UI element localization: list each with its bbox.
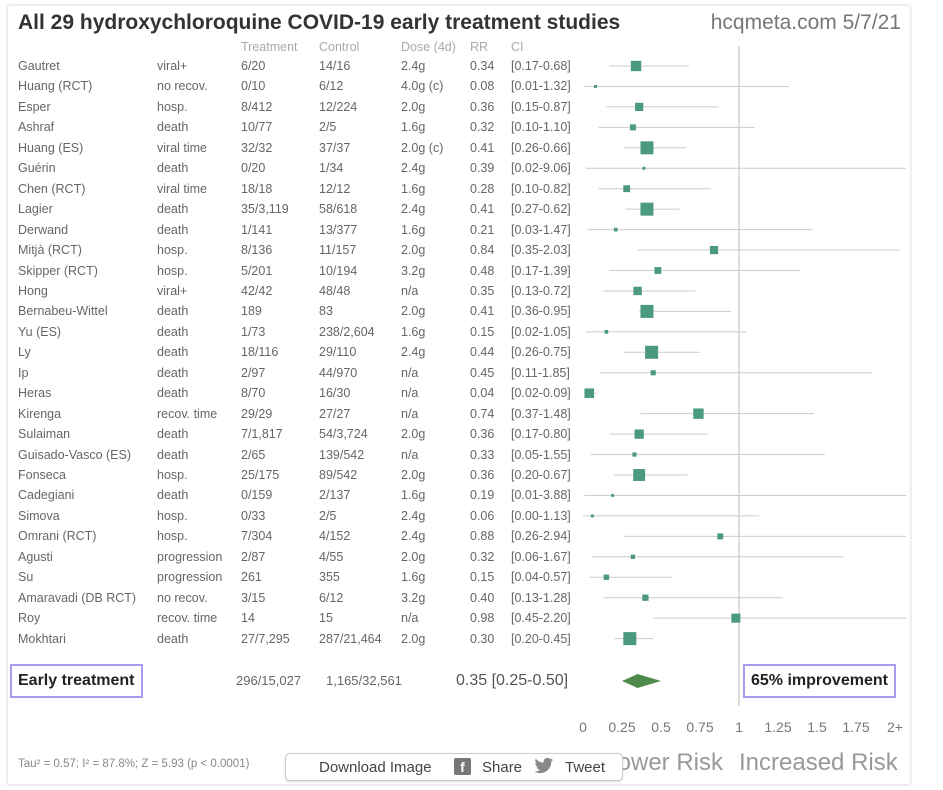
rr-marker: [629, 124, 636, 131]
rr-marker: [693, 408, 704, 419]
rr-marker: [603, 574, 610, 580]
rr-marker: [717, 533, 724, 540]
rr-marker: [640, 202, 654, 216]
increased-risk-label: Increased Risk: [739, 749, 899, 776]
rr-marker: [611, 493, 615, 497]
rr-marker: [642, 594, 649, 601]
rr-marker: [584, 388, 595, 398]
rr-marker: [630, 60, 642, 72]
axis-tick-label: 0.75: [686, 719, 713, 735]
summary-control: 1,165/32,561: [326, 673, 402, 688]
early-treatment-label: Early treatment: [10, 664, 143, 698]
rr-marker: [645, 345, 659, 359]
share-button[interactable]: Share: [482, 759, 522, 776]
rr-marker: [642, 166, 646, 170]
twitter-icon[interactable]: [534, 757, 554, 779]
rr-marker: [640, 304, 654, 318]
axis-tick-label: 1.75: [842, 719, 869, 735]
rr-marker: [654, 267, 662, 274]
summary-rr-ci: 0.35 [0.25-0.50]: [456, 672, 569, 689]
rr-marker: [623, 185, 631, 193]
rr-marker: [634, 429, 644, 439]
rr-marker: [604, 330, 609, 334]
rr-marker: [633, 286, 642, 296]
axis-tick-label: 2+: [887, 719, 903, 735]
axis-tick-label: 1: [735, 719, 743, 735]
rr-marker: [632, 452, 637, 457]
rr-marker: [640, 141, 654, 155]
axis-tick-label: 0.5: [651, 719, 671, 735]
axis-tick-label: 1.25: [764, 719, 791, 735]
axis-tick-label: 0.25: [608, 719, 635, 735]
rr-marker: [635, 102, 644, 111]
facebook-icon[interactable]: f: [454, 758, 471, 775]
rr-marker: [630, 554, 636, 559]
improvement-badge: 65% improvement: [743, 664, 896, 698]
rr-marker: [593, 84, 597, 88]
action-bar: Download Image f Share Tweet: [285, 753, 623, 781]
rr-marker: [590, 514, 594, 518]
heterogeneity-stats: Tau² = 0.57; I² = 87.8%; Z = 5.93 (p < 0…: [18, 758, 250, 770]
download-image-button[interactable]: Download Image: [319, 759, 432, 776]
rr-marker: [613, 227, 618, 232]
rr-marker: [623, 632, 637, 646]
summary-treatment: 296/15,027: [236, 673, 302, 688]
axis-tick-label: 0: [579, 719, 587, 735]
tweet-button[interactable]: Tweet: [565, 759, 605, 776]
pooled-diamond: [622, 674, 661, 688]
rr-marker: [709, 245, 719, 255]
rr-marker: [731, 613, 741, 623]
rr-marker: [633, 469, 646, 481]
axis-tick-label: 1.5: [807, 719, 827, 735]
rr-marker: [650, 370, 656, 376]
